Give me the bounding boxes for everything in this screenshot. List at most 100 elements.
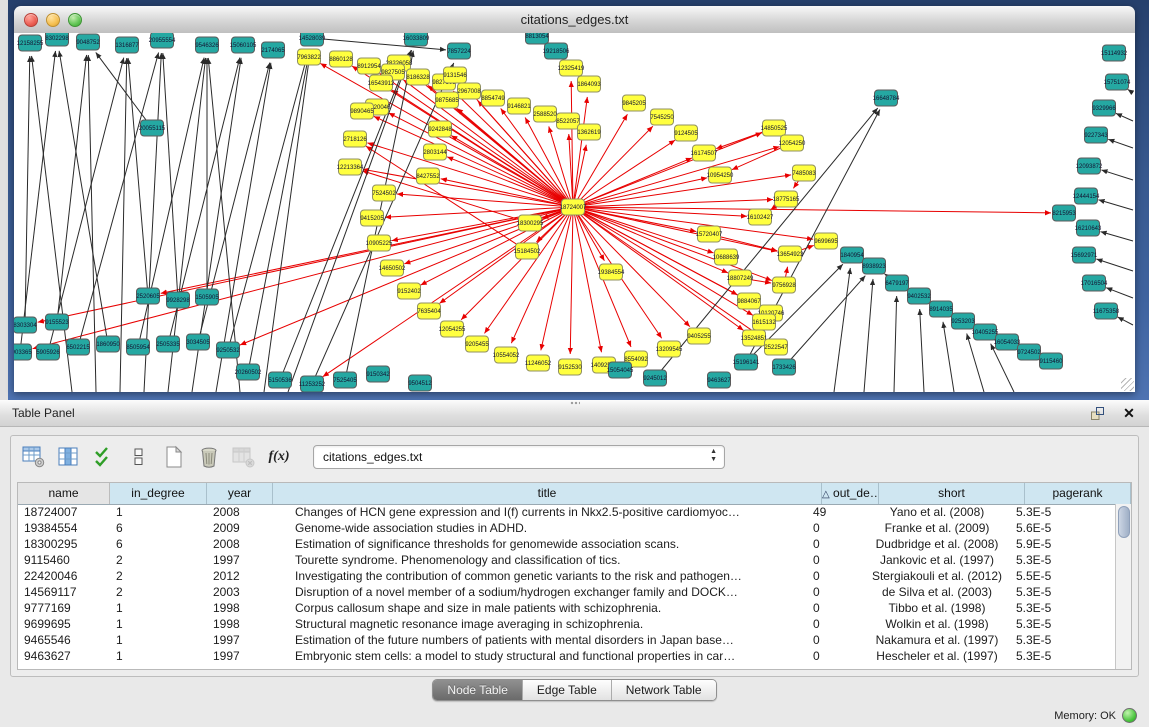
graph-node[interactable]: 14650502 xyxy=(379,260,406,276)
graph-node[interactable]: 2505335 xyxy=(156,336,180,352)
column-header-pagerank[interactable]: pagerank xyxy=(1025,483,1131,504)
table-settings-icon[interactable] xyxy=(21,444,47,470)
graph-node[interactable]: 9115460 xyxy=(1040,353,1064,369)
graph-node[interactable]: 1903365 xyxy=(14,344,32,360)
graph-node[interactable]: 7525405 xyxy=(333,372,357,388)
graph-node[interactable]: 1362619 xyxy=(577,124,601,140)
graph-node[interactable]: 11675358 xyxy=(1093,303,1120,319)
graph-node[interactable]: 8303304 xyxy=(14,317,37,333)
graph-node[interactable]: 2967008 xyxy=(457,83,481,99)
graph-node[interactable]: 8302298 xyxy=(45,33,69,46)
graph-node[interactable]: 16210643 xyxy=(1075,220,1102,236)
graph-node[interactable]: 2803144 xyxy=(423,144,447,160)
table-row[interactable]: 977716911998Corpus callosum shape and si… xyxy=(18,600,1116,616)
graph-node[interactable]: 12054250 xyxy=(779,135,806,151)
graph-node[interactable]: 9152402 xyxy=(397,283,421,299)
graph-node[interactable]: 13524851 xyxy=(741,330,768,346)
column-header-name[interactable]: name xyxy=(18,483,110,504)
graph-node[interactable]: 9131546 xyxy=(443,67,467,83)
graph-node[interactable]: 8938923 xyxy=(862,258,886,274)
graph-node[interactable]: 9152530 xyxy=(558,359,582,375)
close-window-icon[interactable] xyxy=(24,13,38,27)
graph-node[interactable]: 9124505 xyxy=(674,125,698,141)
graph-node[interactable]: 7485083 xyxy=(792,165,816,181)
graph-node[interactable]: 19218506 xyxy=(543,43,570,59)
graph-node[interactable]: 20955554 xyxy=(149,33,176,48)
select-all-icon[interactable] xyxy=(91,444,117,470)
graph-node[interactable]: 9227343 xyxy=(1084,127,1108,143)
graph-node[interactable]: 15060105 xyxy=(230,37,257,53)
resize-grip-icon[interactable] xyxy=(1121,378,1134,391)
graph-node[interactable]: 1860950 xyxy=(96,336,120,352)
graph-node[interactable]: 1615132 xyxy=(752,314,776,330)
graph-node[interactable]: 9155523 xyxy=(45,314,69,330)
graph-node[interactable]: 9205455 xyxy=(465,336,489,352)
graph-node[interactable]: 16648784 xyxy=(873,90,900,106)
graph-node[interactable]: 9415205 xyxy=(360,210,384,226)
column-header-in_degree[interactable]: in_degree xyxy=(110,483,207,504)
graph-node[interactable]: 9405255 xyxy=(687,328,711,344)
graph-node[interactable]: 9250532 xyxy=(216,342,240,358)
graph-node[interactable]: 8522057 xyxy=(556,113,580,129)
graph-node[interactable]: 9245012 xyxy=(643,370,667,386)
graph-node[interactable]: 9724502 xyxy=(1017,344,1041,360)
graph-node[interactable]: 10554052 xyxy=(493,347,520,363)
column-header-short[interactable]: short xyxy=(879,483,1025,504)
graph-node[interactable]: 15692971 xyxy=(1071,247,1098,263)
graph-node[interactable]: 15751074 xyxy=(1104,74,1131,90)
graph-node[interactable]: 11246052 xyxy=(525,355,552,371)
graph-node[interactable]: 1864093 xyxy=(577,76,601,92)
graph-node[interactable]: 10405255 xyxy=(972,324,999,340)
graph-node[interactable]: 8215953 xyxy=(1052,205,1076,221)
panel-divider-grip[interactable] xyxy=(570,401,580,405)
graph-node[interactable]: 12054255 xyxy=(439,321,466,337)
graph-node[interactable]: 15054045 xyxy=(607,362,634,378)
table-row[interactable]: 1456911722003Disruption of a novel membe… xyxy=(18,584,1116,600)
graph-node[interactable]: 1505905 xyxy=(195,289,219,305)
graph-node[interactable]: 16543912 xyxy=(368,75,395,91)
graph-node[interactable]: 12325419 xyxy=(558,60,585,76)
table-scrollbar[interactable] xyxy=(1115,504,1131,669)
graph-node[interactable]: 10954250 xyxy=(707,167,734,183)
tab-edge-table[interactable]: Edge Table xyxy=(522,680,611,700)
function-builder-icon[interactable]: f(x) xyxy=(266,444,292,470)
graph-node[interactable]: 5150536 xyxy=(268,372,292,388)
graph-node[interactable]: 8854749 xyxy=(481,90,505,106)
select-columns-icon[interactable] xyxy=(56,444,82,470)
graph-node[interactable]: 9884067 xyxy=(737,293,761,309)
graph-node[interactable]: 8912954 xyxy=(357,58,381,74)
graph-node[interactable]: 10688639 xyxy=(713,249,740,265)
graph-node[interactable]: 9242848 xyxy=(428,121,452,137)
graph-node[interactable]: 9253203 xyxy=(951,313,975,329)
table-row[interactable]: 969969511998Structural magnetic resonanc… xyxy=(18,616,1116,632)
graph-node[interactable]: 14528039 xyxy=(299,33,326,46)
graph-node[interactable]: 8813054 xyxy=(525,33,549,44)
graph-node[interactable]: 2522547 xyxy=(764,339,788,355)
graph-node[interactable]: 19384554 xyxy=(598,264,625,280)
graph-node[interactable]: 8186328 xyxy=(406,69,430,85)
graph-node[interactable]: 13654923 xyxy=(777,246,804,262)
graph-node[interactable]: 15196141 xyxy=(733,354,760,370)
graph-node[interactable]: 8505954 xyxy=(126,339,150,355)
memory-status-icon[interactable] xyxy=(1122,708,1137,723)
graph-node[interactable]: 16102427 xyxy=(747,209,774,225)
graph-node[interactable]: 9504512 xyxy=(408,375,432,391)
delete-table-icon[interactable] xyxy=(231,444,257,470)
network-canvas[interactable]: 1872400779638228860128891295428226058982… xyxy=(14,33,1135,392)
close-panel-icon[interactable]: ✕ xyxy=(1121,405,1137,421)
graph-node[interactable]: 7635404 xyxy=(417,303,441,319)
table-row[interactable]: 1830029562008Estimation of significance … xyxy=(18,536,1116,552)
graph-node[interactable]: 18724007 xyxy=(560,199,587,215)
graph-node[interactable]: 7524502 xyxy=(372,185,396,201)
graph-node[interactable]: 9845205 xyxy=(622,95,646,111)
graph-node[interactable]: 1840954 xyxy=(840,247,864,263)
table-row[interactable]: 946554611997Estimation of the future num… xyxy=(18,632,1116,648)
graph-node[interactable]: 20055115 xyxy=(139,120,166,136)
network-window-titlebar[interactable]: citations_edges.txt xyxy=(14,6,1135,34)
graph-node[interactable]: 12213364 xyxy=(337,159,364,175)
graph-node[interactable]: 5905926 xyxy=(36,344,60,360)
graph-node[interactable]: 9756928 xyxy=(772,277,796,293)
table-row[interactable]: 2242004622012Investigating the contribut… xyxy=(18,568,1116,584)
graph-node[interactable]: 8427552 xyxy=(416,168,440,184)
graph-node[interactable]: 9048752 xyxy=(76,34,100,50)
